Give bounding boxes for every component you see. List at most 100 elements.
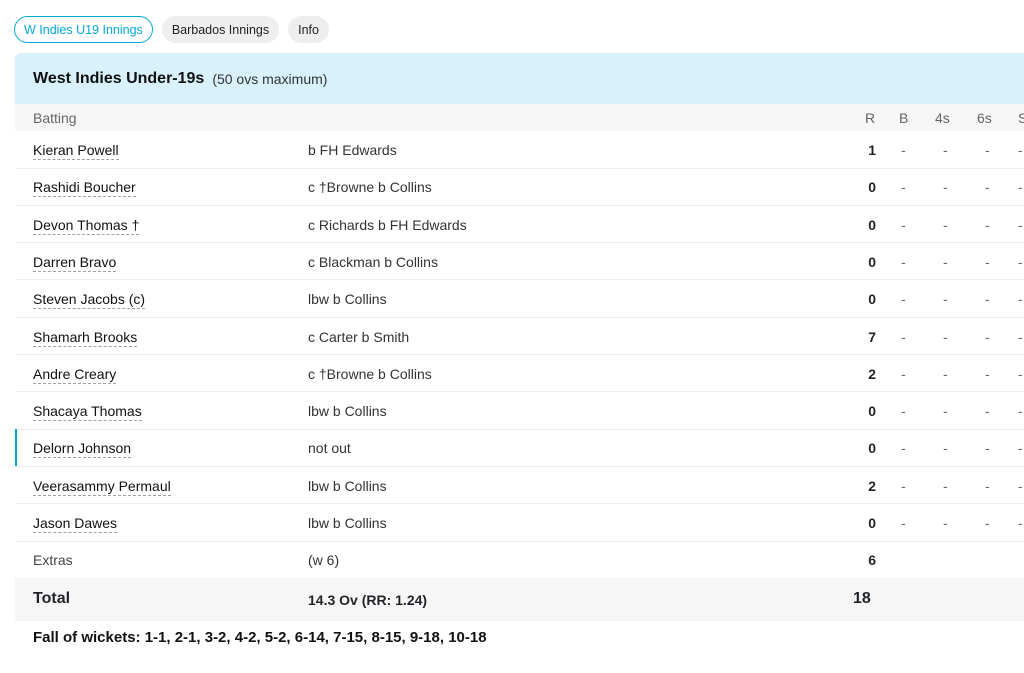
batter-row: Darren Bravo c Blackman b Collins 0 - - - - [15, 243, 1024, 281]
sixes-value: - [985, 328, 990, 345]
strike-rate-value: - [1018, 365, 1023, 382]
dismissal-text: lbw b Collins [308, 515, 387, 531]
strike-rate-value: - [1018, 291, 1023, 308]
strike-rate-value: - [1018, 253, 1023, 270]
balls-value: - [901, 403, 906, 420]
runs-value: 0 [868, 515, 876, 531]
balls-value: - [901, 328, 906, 345]
balls-value: - [901, 142, 906, 158]
batter-row: Delorn Johnson not out 0 - - - - [15, 429, 1024, 467]
col-runs: R [865, 110, 876, 126]
strike-rate-value: - [1018, 477, 1023, 494]
tab-w-indies-u19-innings[interactable]: W Indies U19 Innings [14, 16, 153, 43]
fours-value: - [943, 365, 948, 382]
col-strike-rate: S [1018, 110, 1024, 126]
dismissal-text: lbw b Collins [308, 291, 387, 308]
strike-rate-value: - [1018, 142, 1023, 158]
sixes-value: - [985, 253, 990, 270]
batter-row: Steven Jacobs (c) lbw b Collins 0 - - - - [15, 280, 1024, 318]
batter-row: Shacaya Thomas lbw b Collins 0 - - - - [15, 392, 1024, 430]
dismissal-text: b FH Edwards [308, 142, 397, 158]
extras-row: Extras (w 6) 6 [15, 541, 1024, 579]
dismissal-text: c †Browne b Collins [308, 179, 432, 196]
fours-value: - [943, 179, 948, 196]
extras-detail: (w 6) [308, 552, 340, 568]
batter-row: Shamarh Brooks c Carter b Smith 7 - - - - [15, 318, 1024, 355]
fours-value: - [943, 403, 948, 420]
strike-rate-value: - [1018, 179, 1023, 196]
strike-rate-value: - [1018, 403, 1023, 420]
col-batting: Batting [33, 110, 77, 126]
sixes-value: - [985, 515, 990, 531]
fours-value: - [943, 142, 948, 158]
strike-rate-value: - [1018, 216, 1023, 233]
balls-value: - [901, 365, 906, 382]
team-name: West Indies Under-19s [33, 69, 205, 87]
batter-row: Veerasammy Permaul lbw b Collins 2 - - - - [15, 467, 1024, 505]
sixes-value: - [985, 440, 990, 457]
fours-value: - [943, 328, 948, 345]
batter-row: Jason Dawes lbw b Collins 0 - - - - [15, 504, 1024, 542]
batter-name[interactable]: Shacaya Thomas [33, 403, 142, 422]
batter-row: Andre Creary c †Browne b Collins 2 - - - - [15, 355, 1024, 393]
total-runs: 18 [853, 590, 871, 607]
batter-name[interactable]: Steven Jacobs (c) [33, 291, 146, 310]
batter-name[interactable]: Shamarh Brooks [33, 329, 138, 347]
batter-row: Devon Thomas † c Richards b FH Edwards 0 - -… [15, 206, 1024, 244]
dismissal-text: c †Browne b Collins [308, 365, 432, 382]
sixes-value: - [985, 403, 990, 420]
balls-value: - [901, 515, 906, 531]
sixes-value: - [985, 142, 990, 158]
tab-info[interactable]: Info [288, 16, 329, 43]
strike-rate-value: - [1018, 440, 1023, 457]
sixes-value: - [985, 477, 990, 494]
sixes-value: - [985, 179, 990, 196]
col-fours: 4s [935, 110, 950, 126]
overs-note: (50 ovs maximum) [212, 70, 328, 87]
runs-value: 0 [868, 440, 876, 457]
runs-value: 1 [868, 142, 876, 158]
fours-value: - [943, 291, 948, 308]
balls-value: - [901, 179, 906, 196]
total-row: Total 14.3 Ov (RR: 1.24) 18 [15, 578, 1024, 621]
batter-name[interactable]: Devon Thomas † [33, 217, 140, 235]
balls-value: - [901, 216, 906, 233]
sixes-value: - [985, 291, 990, 308]
batter-name[interactable]: Andre Creary [33, 366, 117, 384]
scorecard: West Indies Under-19s (50 ovs maximum) B… [15, 53, 1024, 673]
batter-row: Kieran Powell b FH Edwards 1 - - - - [15, 131, 1024, 169]
balls-value: - [901, 291, 906, 308]
dismissal-text: c Carter b Smith [308, 328, 410, 345]
batter-name[interactable]: Jason Dawes [33, 515, 118, 533]
batter-name[interactable]: Rashidi Boucher [33, 179, 136, 198]
runs-value: 2 [868, 365, 876, 382]
runs-value: 7 [868, 328, 876, 345]
batter-name[interactable]: Veerasammy Permaul [33, 478, 171, 496]
fours-value: - [943, 440, 948, 457]
col-balls: B [899, 110, 909, 126]
fours-value: - [943, 477, 948, 494]
runs-value: 0 [868, 403, 876, 420]
strike-rate-value: - [1018, 515, 1023, 531]
fall-of-wickets: Fall of wickets: 1-1, 2-1, 3-2, 4-2, 5-2… [33, 629, 487, 646]
balls-value: - [901, 440, 906, 457]
total-label: Total [33, 590, 71, 607]
innings-tabs: W Indies U19 Innings Barbados Innings In… [14, 16, 329, 43]
batter-name[interactable]: Kieran Powell [33, 142, 119, 160]
not-out-indicator [15, 429, 17, 466]
dismissal-text: not out [308, 440, 351, 457]
col-sixes: 6s [977, 110, 992, 126]
batter-name[interactable]: Delorn Johnson [33, 440, 132, 459]
tab-barbados-innings[interactable]: Barbados Innings [161, 16, 280, 43]
fours-value: - [943, 253, 948, 270]
dismissal-text: lbw b Collins [308, 477, 387, 494]
sixes-value: - [985, 365, 990, 382]
runs-value: 0 [868, 253, 876, 270]
total-overs: 14.3 Ov (RR: 1.24) [308, 592, 428, 608]
batter-name[interactable]: Darren Bravo [33, 254, 117, 272]
batter-row: Rashidi Boucher c †Browne b Collins 0 - - - - [15, 168, 1024, 206]
dismissal-text: c Blackman b Collins [308, 253, 438, 270]
dismissal-text: c Richards b FH Edwards [308, 216, 467, 233]
dismissal-text: lbw b Collins [308, 403, 387, 420]
scorecard-header: West Indies Under-19s (50 ovs maximum) [15, 53, 1024, 104]
